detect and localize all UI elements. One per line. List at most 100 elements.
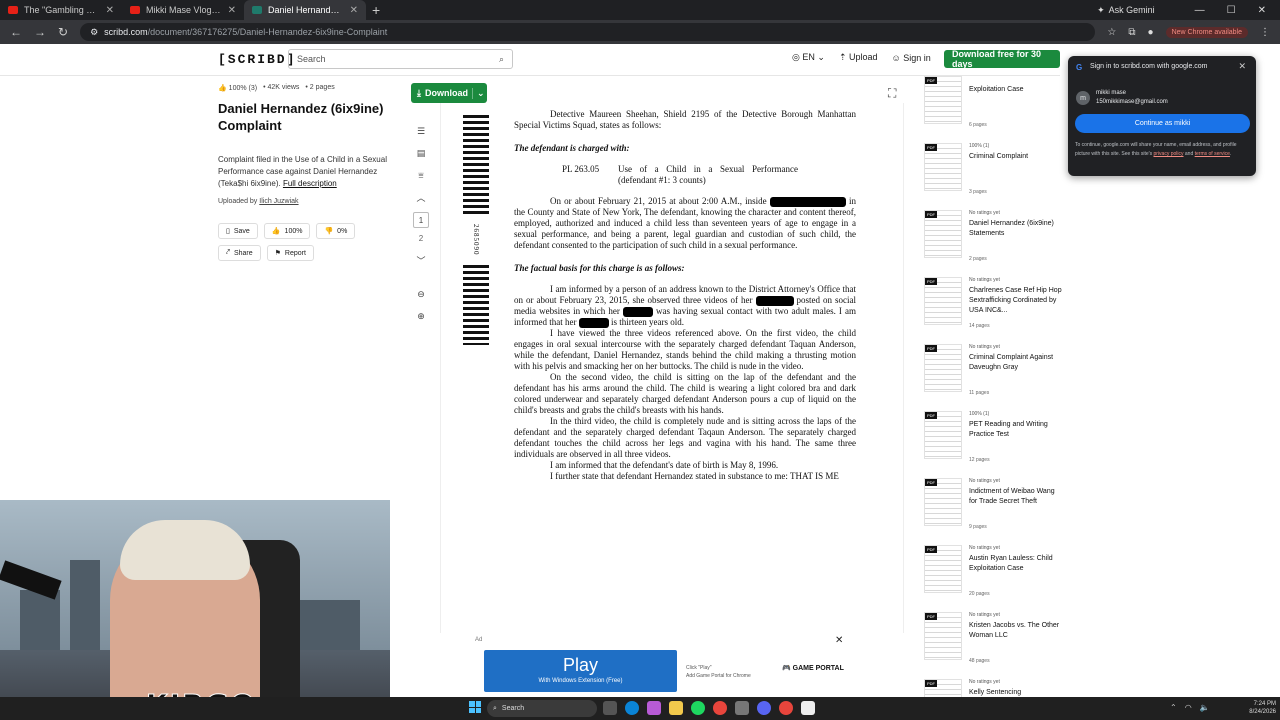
document-thumbnail[interactable]: PDF — [924, 76, 962, 124]
tab-title: Mikki Mase Vlogs - YouTube — [146, 5, 222, 15]
chrome-menu-icon[interactable]: ⋮ — [1260, 27, 1270, 38]
search-icon[interactable]: ⌕ — [499, 54, 504, 65]
tab-scribd-document[interactable]: Daniel Hernandez (6ix9ine) Co... ✕ — [244, 0, 366, 20]
report-button[interactable]: ⚑ Report — [266, 245, 314, 261]
site-info-icon[interactable]: ⚙ — [90, 27, 98, 38]
related-doc-rating: No ratings yet — [969, 478, 1000, 484]
search-input[interactable]: Search ⌕ — [288, 49, 513, 69]
document-thumbnail[interactable]: PDF — [924, 411, 962, 459]
related-doc-title[interactable]: Charlrenes Case Ref Hip Hop Sextrafficki… — [969, 286, 1064, 316]
forward-icon[interactable]: → — [34, 25, 46, 39]
upload-button[interactable]: ⇡ Upload — [839, 52, 878, 63]
minimize-icon[interactable]: — — [1195, 5, 1205, 16]
discord-icon[interactable] — [757, 701, 771, 715]
document-thumbnail[interactable]: PDF — [924, 612, 962, 660]
chrome-active-icon[interactable] — [779, 701, 793, 715]
chrome-icon[interactable] — [713, 701, 727, 715]
related-doc-title[interactable]: Indictment of Weibao Wang for Trade Secr… — [969, 487, 1064, 507]
tab-mikki-mase[interactable]: Mikki Mase Vlogs - YouTube ✕ — [122, 0, 244, 20]
related-doc-title[interactable]: Exploitation Case — [969, 85, 1064, 95]
document-thumbnail[interactable]: PDF — [924, 210, 962, 258]
document-thumbnail[interactable]: PDF — [924, 143, 962, 191]
download-free-button[interactable]: Download free for 30 days — [944, 49, 1060, 69]
back-icon[interactable]: ← — [10, 25, 22, 39]
page-up-icon[interactable]: ︿ — [416, 186, 425, 208]
file-explorer-icon[interactable] — [669, 701, 683, 715]
related-doc-item[interactable]: PDF 100% (1) PET Reading and Writing Pract… — [924, 403, 1064, 470]
share-button[interactable]: ⤤ Share — [218, 245, 261, 261]
game-portal-logo: 🎮 GAME PORTAL — [782, 665, 844, 673]
fullscreen-icon[interactable]: ⛶ — [888, 86, 896, 101]
save-button[interactable]: ▯ Save — [218, 223, 258, 239]
related-doc-item[interactable]: PDF No ratings yet Austin Ryan Lauless: Ch… — [924, 537, 1064, 604]
google-account-row[interactable]: m mikki mase 150mikkimase@gmail.com — [1076, 86, 1248, 110]
related-doc-title[interactable]: Austin Ryan Lauless: Child Exploitation … — [969, 554, 1064, 574]
notes-icon[interactable]: ▤ — [417, 142, 426, 164]
related-doc-title[interactable]: PET Reading and Writing Practice Test — [969, 420, 1064, 440]
taskbar-search[interactable]: ⌕ Search — [487, 700, 597, 717]
reload-icon[interactable]: ↻ — [58, 25, 68, 39]
ad-close-icon[interactable]: ✕ — [835, 635, 843, 646]
download-button[interactable]: ⤓ Download ⌄ — [411, 83, 487, 103]
copilot-icon[interactable] — [647, 701, 661, 715]
ask-gemini-button[interactable]: ✦ Ask Gemini — [1097, 5, 1155, 16]
popup-close-icon[interactable]: ✕ — [1238, 61, 1246, 72]
continue-as-button[interactable]: Continue as mikki — [1075, 114, 1250, 133]
full-description-link[interactable]: Full description — [283, 179, 337, 188]
next-page-number[interactable]: 2 — [419, 234, 423, 243]
document-thumbnail[interactable]: PDF — [924, 277, 962, 325]
current-page-input[interactable]: 1 — [413, 212, 429, 228]
language-selector[interactable]: ◎ EN ⌄ — [792, 52, 825, 63]
terms-of-service-link[interactable]: terms of service — [1195, 151, 1230, 157]
windows-start-icon[interactable] — [469, 701, 481, 713]
page-down-icon[interactable]: ﹀ — [416, 249, 425, 271]
document-thumbnail[interactable]: PDF — [924, 478, 962, 526]
related-doc-item[interactable]: PDF 100% (1) Criminal Complaint 3 pages — [924, 135, 1064, 202]
like-button[interactable]: 👍 100% — [263, 223, 311, 239]
related-doc-title[interactable]: Daniel Hernandez (6ix9ine) Statements — [969, 219, 1064, 239]
tab-gambling-genius[interactable]: The "Gambling Genius" Who F... ✕ — [0, 0, 122, 20]
url-field[interactable]: ⚙ scribd.com/document/367176275/Daniel-H… — [80, 23, 1096, 41]
document-thumbnail[interactable]: PDF — [924, 545, 962, 593]
related-doc-title[interactable]: Criminal Complaint — [969, 152, 1064, 162]
related-doc-item[interactable]: PDF Exploitation Case 6 pages — [924, 68, 1064, 135]
related-doc-item[interactable]: PDF No ratings yet Daniel Hernandez (6ix9i… — [924, 202, 1064, 269]
maximize-icon[interactable]: ☐ — [1227, 5, 1236, 16]
profile-avatar-icon[interactable]: ● — [1148, 27, 1154, 38]
scribd-logo[interactable]: [SCRIBD] — [218, 52, 296, 67]
chrome-update-badge[interactable]: New Chrome available — [1165, 26, 1248, 38]
sign-in-button[interactable]: ☺ Sign in — [892, 53, 931, 63]
zoom-in-icon[interactable]: ⊕ — [417, 305, 425, 327]
dislike-button[interactable]: 👎 0% — [316, 223, 356, 239]
app-window-icon[interactable] — [801, 701, 815, 715]
related-doc-item[interactable]: PDF No ratings yet Criminal Complaint Agai… — [924, 336, 1064, 403]
wifi-icon[interactable]: ◠ — [1185, 703, 1192, 712]
chevron-down-icon[interactable]: ⌄ — [471, 87, 485, 99]
close-window-icon[interactable]: ✕ — [1258, 5, 1266, 16]
zoom-out-icon[interactable]: ⊖ — [417, 283, 425, 305]
edge-icon[interactable] — [625, 701, 639, 715]
uploader-link[interactable]: Ilich Juzwiak — [259, 198, 298, 205]
related-doc-title[interactable]: Kristen Jacobs vs. The Other Woman LLC — [969, 621, 1064, 641]
play-label: Play — [562, 655, 598, 675]
document-thumbnail[interactable]: PDF — [924, 344, 962, 392]
spotify-icon[interactable] — [691, 701, 705, 715]
extensions-icon[interactable]: ⧉ — [1128, 27, 1135, 38]
close-tab-icon[interactable]: ✕ — [350, 5, 358, 16]
task-view-icon[interactable] — [603, 701, 617, 715]
settings-icon[interactable] — [735, 701, 749, 715]
filter-icon[interactable]: ⩸ — [418, 164, 423, 186]
tray-chevron-icon[interactable]: ⌃ — [1170, 703, 1177, 712]
privacy-policy-link[interactable]: privacy policy — [1154, 151, 1184, 157]
outline-list-icon[interactable]: ☰ — [417, 120, 425, 142]
bookmark-star-icon[interactable]: ☆ — [1107, 27, 1116, 38]
close-tab-icon[interactable]: ✕ — [228, 5, 236, 16]
related-doc-item[interactable]: PDF No ratings yet Kristen Jacobs vs. The … — [924, 604, 1064, 671]
new-tab-icon[interactable]: + — [372, 2, 380, 18]
close-tab-icon[interactable]: ✕ — [106, 5, 114, 16]
related-doc-item[interactable]: PDF No ratings yet Indictment of Weibao Wa… — [924, 470, 1064, 537]
related-doc-item[interactable]: PDF No ratings yet Charlrenes Case Ref Hip… — [924, 269, 1064, 336]
ad-play-button[interactable]: Play With Windows Extension (Free) — [484, 650, 677, 692]
volume-icon[interactable]: 🔈 — [1200, 703, 1210, 712]
related-doc-title[interactable]: Criminal Complaint Against Daveughn Gray — [969, 353, 1064, 373]
